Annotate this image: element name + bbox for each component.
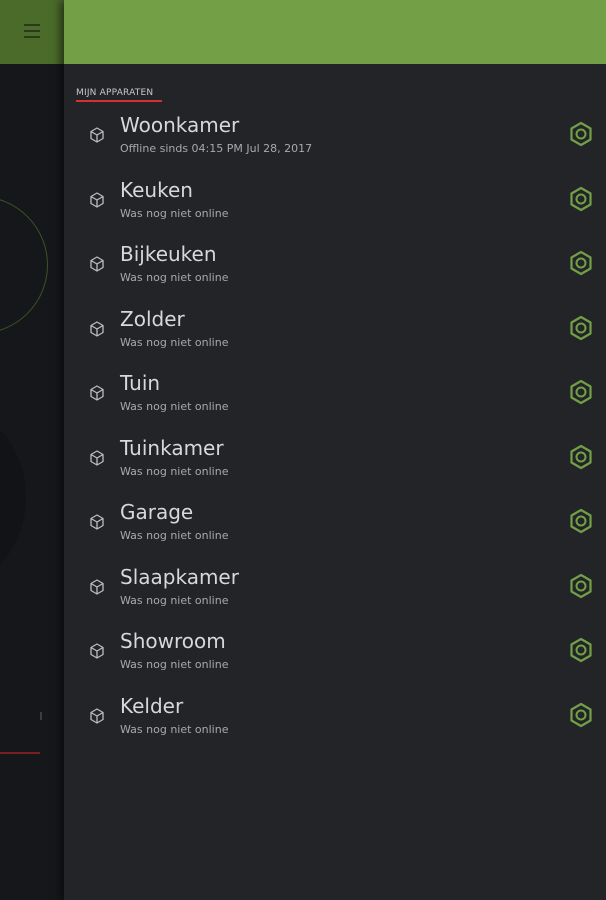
device-status: Was nog niet online xyxy=(120,335,229,349)
hexagon-nut-icon[interactable] xyxy=(568,315,594,341)
device-row-keuken[interactable]: Keuken Was nog niet online xyxy=(64,175,606,240)
device-row-zolder[interactable]: Zolder Was nog niet online xyxy=(64,304,606,369)
device-status: Was nog niet online xyxy=(120,593,229,607)
device-name: Zolder xyxy=(120,306,185,331)
hexagon-nut-icon[interactable] xyxy=(568,250,594,276)
background-app xyxy=(0,0,64,900)
device-status: Was nog niet online xyxy=(120,464,229,478)
hexagon-nut-icon[interactable] xyxy=(568,508,594,534)
background-gauge-ring xyxy=(0,196,48,334)
cube-icon xyxy=(90,578,104,595)
cube-icon xyxy=(90,449,104,466)
device-row-bijkeuken[interactable]: Bijkeuken Was nog niet online xyxy=(64,239,606,304)
hexagon-nut-icon[interactable] xyxy=(568,573,594,599)
device-row-showroom[interactable]: Showroom Was nog niet online xyxy=(64,626,606,691)
hexagon-nut-icon[interactable] xyxy=(568,379,594,405)
device-row-woonkamer[interactable]: Woonkamer Offline sinds 04:15 PM Jul 28,… xyxy=(64,110,606,175)
device-status: Was nog niet online xyxy=(120,400,229,413)
section-title: MIJN APPARATEN xyxy=(76,88,154,98)
device-status: Was nog niet online xyxy=(120,658,229,671)
cube-icon xyxy=(90,707,104,724)
device-list: Woonkamer Offline sinds 04:15 PM Jul 28,… xyxy=(64,110,606,755)
hexagon-nut-icon[interactable] xyxy=(568,444,594,470)
device-status: Was nog niet online xyxy=(120,271,229,284)
cube-icon xyxy=(90,127,104,143)
device-name: Bijkeuken xyxy=(120,242,217,266)
device-name: Tuin xyxy=(120,371,161,395)
device-row-garage[interactable]: Garage Was nog niet online xyxy=(64,497,606,562)
cube-icon xyxy=(90,514,104,530)
device-status: Was nog niet online xyxy=(120,722,229,736)
cube-icon xyxy=(90,643,104,659)
hexagon-nut-icon[interactable] xyxy=(568,637,594,663)
hamburger-menu-icon[interactable] xyxy=(24,24,40,38)
navigation-drawer: MIJN APPARATEN Woonkamer Offline sinds 0… xyxy=(64,0,606,900)
hexagon-nut-icon[interactable] xyxy=(568,186,594,212)
device-name: Garage xyxy=(120,500,194,524)
cube-icon xyxy=(90,191,104,208)
device-status: Offline sinds 04:15 PM Jul 28, 2017 xyxy=(120,142,313,155)
device-name: Keuken xyxy=(120,177,193,202)
device-row-tuin[interactable]: Tuin Was nog niet online xyxy=(64,368,606,433)
device-row-kelder[interactable]: Kelder Was nog niet online xyxy=(64,691,606,756)
cube-icon xyxy=(90,256,104,272)
background-knob xyxy=(0,412,26,582)
device-name: Slaapkamer xyxy=(120,564,239,589)
section-title-underline xyxy=(76,100,162,102)
background-app-bar xyxy=(0,0,64,64)
cube-icon xyxy=(90,320,104,337)
background-red-line xyxy=(0,752,40,754)
background-slider-tick xyxy=(40,712,42,720)
hexagon-nut-icon[interactable] xyxy=(568,121,594,147)
hexagon-nut-icon[interactable] xyxy=(568,702,594,728)
device-status: Was nog niet online xyxy=(120,206,229,220)
device-name: Kelder xyxy=(120,693,184,718)
drawer-header xyxy=(64,0,606,64)
device-name: Tuinkamer xyxy=(120,435,224,460)
device-status: Was nog niet online xyxy=(120,529,229,542)
device-row-slaapkamer[interactable]: Slaapkamer Was nog niet online xyxy=(64,562,606,627)
device-name: Showroom xyxy=(120,629,226,653)
device-row-tuinkamer[interactable]: Tuinkamer Was nog niet online xyxy=(64,433,606,498)
device-name: Woonkamer xyxy=(120,113,240,137)
cube-icon xyxy=(90,385,104,401)
